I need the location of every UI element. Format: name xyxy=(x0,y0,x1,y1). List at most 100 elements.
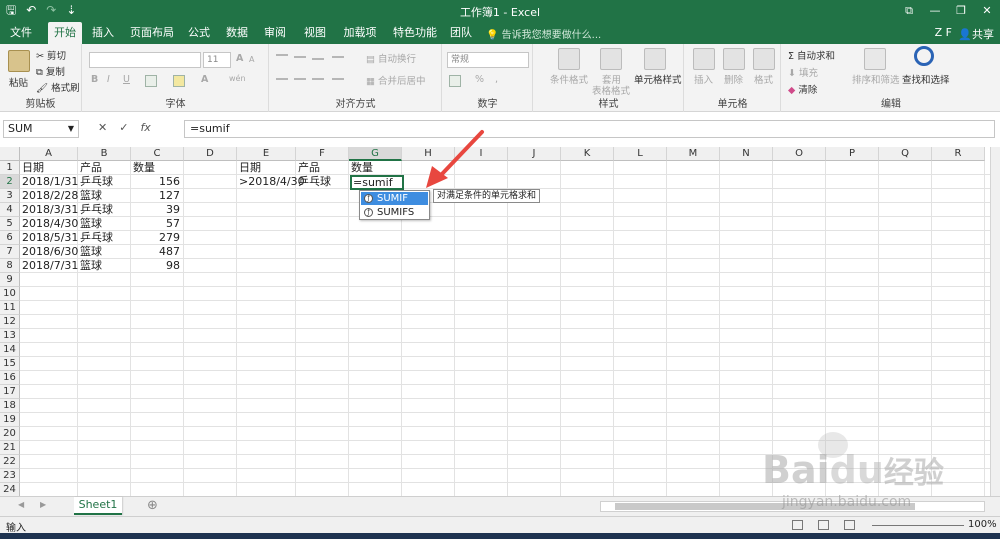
sheet-tab-sheet1[interactable]: Sheet1 xyxy=(74,497,122,515)
column-header-m[interactable]: M xyxy=(667,147,720,161)
column-header-r[interactable]: R xyxy=(932,147,985,161)
cell-date[interactable]: 2018/7/31 xyxy=(22,259,78,273)
next-sheet-icon[interactable]: ▶ xyxy=(40,500,46,509)
cell-date[interactable]: 2018/6/30 xyxy=(22,245,78,259)
row-header-2[interactable]: 2 xyxy=(0,175,20,189)
tab-file[interactable]: 文件 xyxy=(4,22,38,44)
cell-quantity[interactable]: 127 xyxy=(133,189,183,203)
insert-cells-icon[interactable] xyxy=(693,48,715,70)
column-header-a[interactable]: A xyxy=(20,147,78,161)
underline-button[interactable]: U xyxy=(123,74,130,85)
formula-input[interactable]: =sumif xyxy=(184,120,995,138)
row-header-20[interactable]: 20 xyxy=(0,427,20,441)
row-header-15[interactable]: 15 xyxy=(0,357,20,371)
vertical-scrollbar[interactable] xyxy=(990,147,1000,496)
tab-formulas[interactable]: 公式 xyxy=(182,22,216,44)
percent-button[interactable]: % xyxy=(475,74,484,85)
minimize-button[interactable]: — xyxy=(922,0,948,22)
cell-product[interactable]: 篮球 xyxy=(80,259,130,273)
fill-button[interactable]: ⬇ 填充 xyxy=(788,65,818,79)
column-header-f[interactable]: F xyxy=(296,147,349,161)
row-header-5[interactable]: 5 xyxy=(0,217,20,231)
account-name[interactable]: Z F xyxy=(935,26,952,39)
cell-criteria-header-f[interactable]: 产品 xyxy=(298,161,348,175)
align-right-icon[interactable] xyxy=(312,78,324,80)
shrink-font-icon[interactable]: A xyxy=(249,55,254,64)
column-header-n[interactable]: N xyxy=(720,147,773,161)
bold-button[interactable]: B xyxy=(91,74,98,85)
tab-home[interactable]: 开始 xyxy=(48,22,82,44)
cut-button[interactable]: ✂ 剪切 xyxy=(36,48,66,62)
row-header-12[interactable]: 12 xyxy=(0,315,20,329)
new-sheet-icon[interactable]: ⊕ xyxy=(147,498,158,513)
row-header-21[interactable]: 21 xyxy=(0,441,20,455)
comma-button[interactable]: , xyxy=(495,74,498,85)
share-button[interactable]: 👤共享 xyxy=(958,26,994,42)
autocomplete-item-sumifs[interactable]: ƒ SUMIFS xyxy=(361,206,428,219)
delete-cells-button[interactable]: 删除 xyxy=(724,72,743,86)
orientation-icon[interactable] xyxy=(332,56,344,58)
autocomplete-item-sumif[interactable]: ƒ SUMIF xyxy=(361,192,428,205)
cell-product[interactable]: 乒乓球 xyxy=(80,203,130,217)
copy-button[interactable]: ⧉ 复制 xyxy=(36,64,65,78)
column-header-l[interactable]: L xyxy=(614,147,667,161)
cell-product[interactable]: 篮球 xyxy=(80,189,130,203)
active-cell-g2[interactable]: =sumif xyxy=(350,175,404,190)
column-header-e[interactable]: E xyxy=(237,147,296,161)
italic-button[interactable]: I xyxy=(107,74,110,85)
column-header-g[interactable]: G xyxy=(349,147,402,161)
cell-quantity[interactable]: 156 xyxy=(133,175,183,189)
align-center-icon[interactable] xyxy=(294,78,306,80)
tab-data[interactable]: 数据 xyxy=(220,22,254,44)
row-header-11[interactable]: 11 xyxy=(0,301,20,315)
cell-header-c[interactable]: 数量 xyxy=(133,161,183,175)
tell-me-box[interactable]: 💡 告诉我您想要做什么... xyxy=(486,26,601,41)
cell-criteria-header-g[interactable]: 数量 xyxy=(351,161,401,175)
column-header-j[interactable]: J xyxy=(508,147,561,161)
paste-button[interactable]: 粘贴 xyxy=(9,75,28,89)
page-break-view-icon[interactable] xyxy=(844,520,855,530)
cell-product[interactable]: 篮球 xyxy=(80,245,130,259)
format-cells-button[interactable]: 格式 xyxy=(754,72,773,86)
grow-font-icon[interactable]: A xyxy=(236,53,243,64)
cell-date[interactable]: 2018/1/31 xyxy=(22,175,78,189)
tab-review[interactable]: 审阅 xyxy=(258,22,292,44)
prev-sheet-icon[interactable]: ◀ xyxy=(18,500,24,509)
font-size-combo[interactable]: 11 xyxy=(203,52,231,68)
clear-button[interactable]: ◆ 清除 xyxy=(788,82,817,96)
align-left-icon[interactable] xyxy=(276,78,288,80)
restore-button[interactable]: ❐ xyxy=(948,0,974,22)
tab-team[interactable]: 团队 xyxy=(446,22,476,44)
cell-date[interactable]: 2018/2/28 xyxy=(22,189,78,203)
cell-quantity[interactable]: 487 xyxy=(133,245,183,259)
row-header-4[interactable]: 4 xyxy=(0,203,20,217)
insert-cells-button[interactable]: 插入 xyxy=(694,72,713,86)
cell-quantity[interactable]: 279 xyxy=(133,231,183,245)
close-button[interactable]: ✕ xyxy=(974,0,1000,22)
cell-product[interactable]: 篮球 xyxy=(80,217,130,231)
row-header-1[interactable]: 1 xyxy=(0,161,20,175)
row-header-23[interactable]: 23 xyxy=(0,469,20,483)
delete-cells-icon[interactable] xyxy=(723,48,745,70)
cell-date[interactable]: 2018/4/30 xyxy=(22,217,78,231)
ribbon-display-options-icon[interactable]: ⧉ xyxy=(896,0,922,22)
row-header-10[interactable]: 10 xyxy=(0,287,20,301)
row-header-22[interactable]: 22 xyxy=(0,455,20,469)
cancel-icon[interactable]: ✕ xyxy=(98,121,107,134)
row-header-13[interactable]: 13 xyxy=(0,329,20,343)
row-header-17[interactable]: 17 xyxy=(0,385,20,399)
tab-page-layout[interactable]: 页面布局 xyxy=(126,22,178,44)
cell-criteria-header-e[interactable]: 日期 xyxy=(239,161,295,175)
enter-icon[interactable]: ✓ xyxy=(119,121,128,134)
format-as-table-icon[interactable] xyxy=(600,48,622,70)
tab-insert[interactable]: 插入 xyxy=(86,22,120,44)
paste-icon[interactable] xyxy=(8,50,30,72)
format-painter-button[interactable]: 🖌 格式刷 xyxy=(36,80,80,94)
currency-icon[interactable] xyxy=(449,75,461,87)
row-header-7[interactable]: 7 xyxy=(0,245,20,259)
align-bottom-icon[interactable] xyxy=(312,58,324,60)
row-header-9[interactable]: 9 xyxy=(0,273,20,287)
column-header-c[interactable]: C xyxy=(131,147,184,161)
row-header-19[interactable]: 19 xyxy=(0,413,20,427)
cell-criteria-product[interactable]: 乒乓球 xyxy=(298,175,348,189)
